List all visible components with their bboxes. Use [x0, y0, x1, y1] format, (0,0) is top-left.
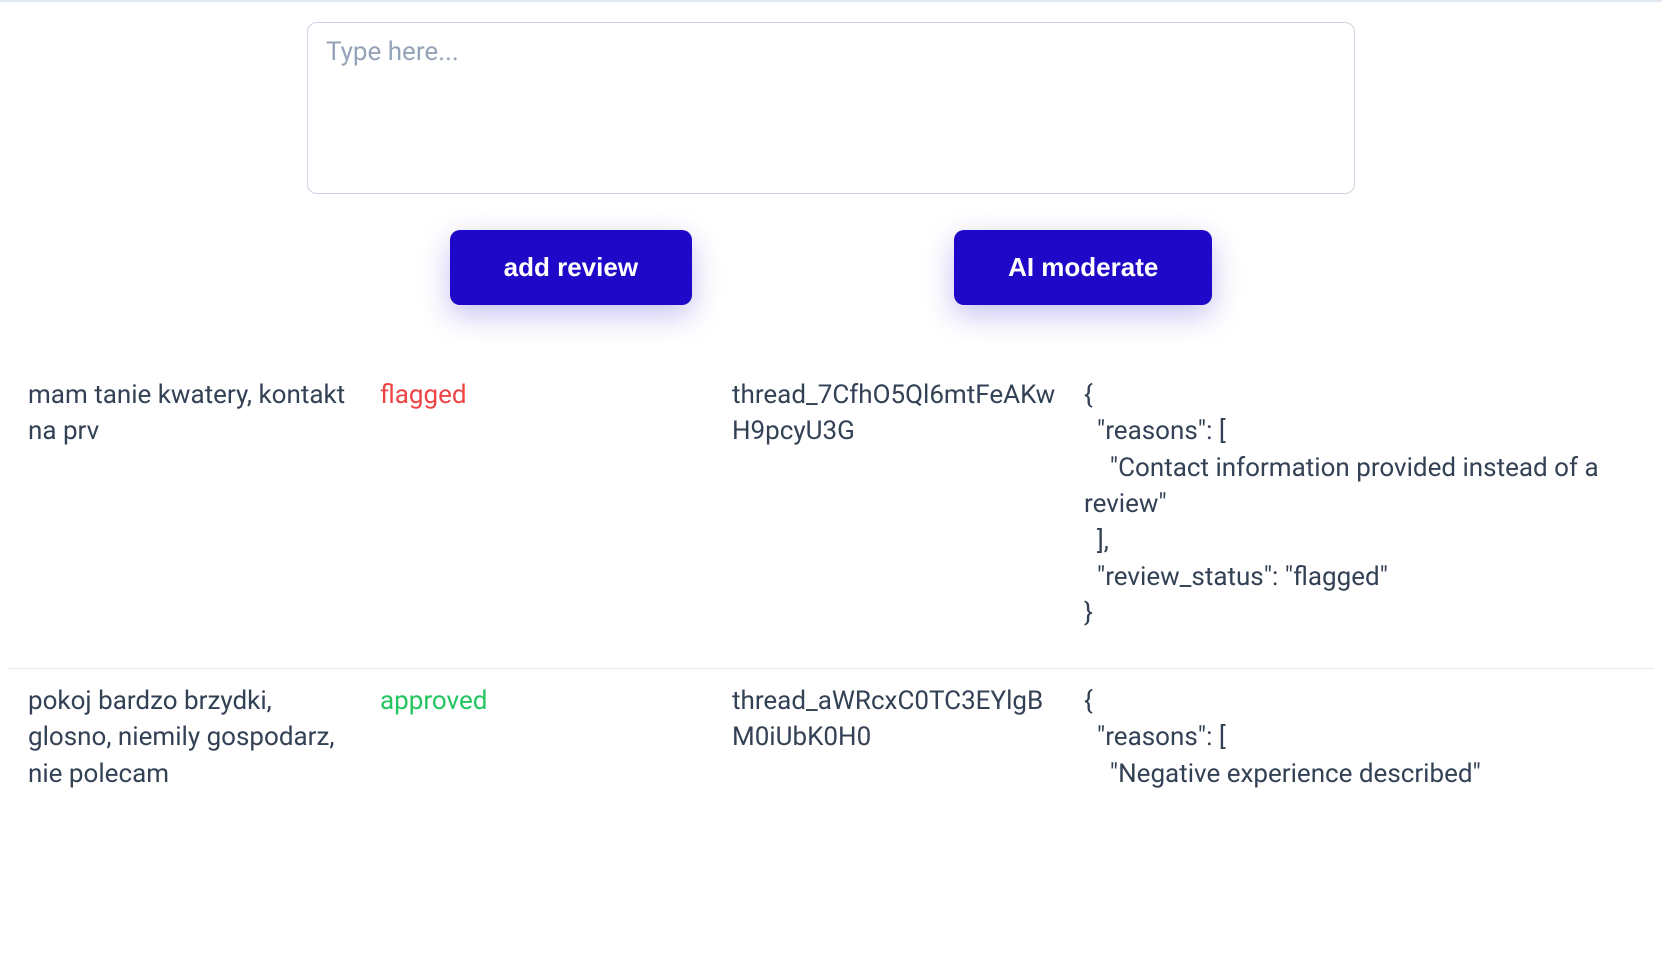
result-cell: { "reasons": [ "Negative experience desc… [1084, 683, 1634, 792]
reviews-table: mam tanie kwatery, kontakt na prv flagge… [8, 363, 1654, 828]
add-review-button[interactable]: add review [450, 230, 692, 305]
main-container: add review AI moderate mam tanie kwatery… [0, 2, 1662, 828]
status-badge: flagged [380, 380, 467, 410]
result-cell: { "reasons": [ "Contact information prov… [1084, 377, 1634, 632]
review-input[interactable] [307, 22, 1355, 194]
status-badge: approved [380, 686, 487, 716]
review-text-cell: pokoj bardzo brzydki, glosno, niemily go… [28, 683, 380, 792]
status-cell: flagged [380, 377, 732, 632]
input-wrapper [8, 2, 1654, 194]
thread-id-cell: thread_aWRcxC0TC3EYlgBM0iUbK0H0 [732, 683, 1084, 792]
table-row: pokoj bardzo brzydki, glosno, niemily go… [8, 669, 1654, 828]
ai-moderate-button[interactable]: AI moderate [954, 230, 1212, 305]
table-row: mam tanie kwatery, kontakt na prv flagge… [8, 363, 1654, 669]
button-row: add review AI moderate [8, 194, 1654, 363]
review-text-cell: mam tanie kwatery, kontakt na prv [28, 377, 380, 632]
status-cell: approved [380, 683, 732, 792]
thread-id-cell: thread_7CfhO5Ql6mtFeAKwH9pcyU3G [732, 377, 1084, 632]
